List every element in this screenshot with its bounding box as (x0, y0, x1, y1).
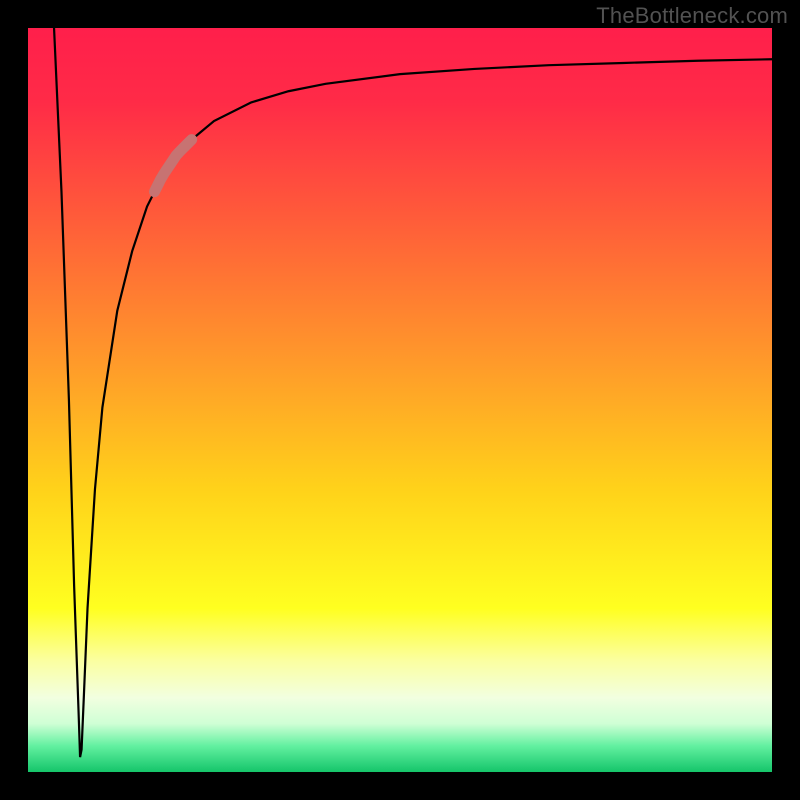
chart-svg (28, 28, 772, 772)
gradient-background (28, 28, 772, 772)
chart-container: TheBottleneck.com (0, 0, 800, 800)
plot-area (28, 28, 772, 772)
watermark-text: TheBottleneck.com (596, 3, 788, 29)
